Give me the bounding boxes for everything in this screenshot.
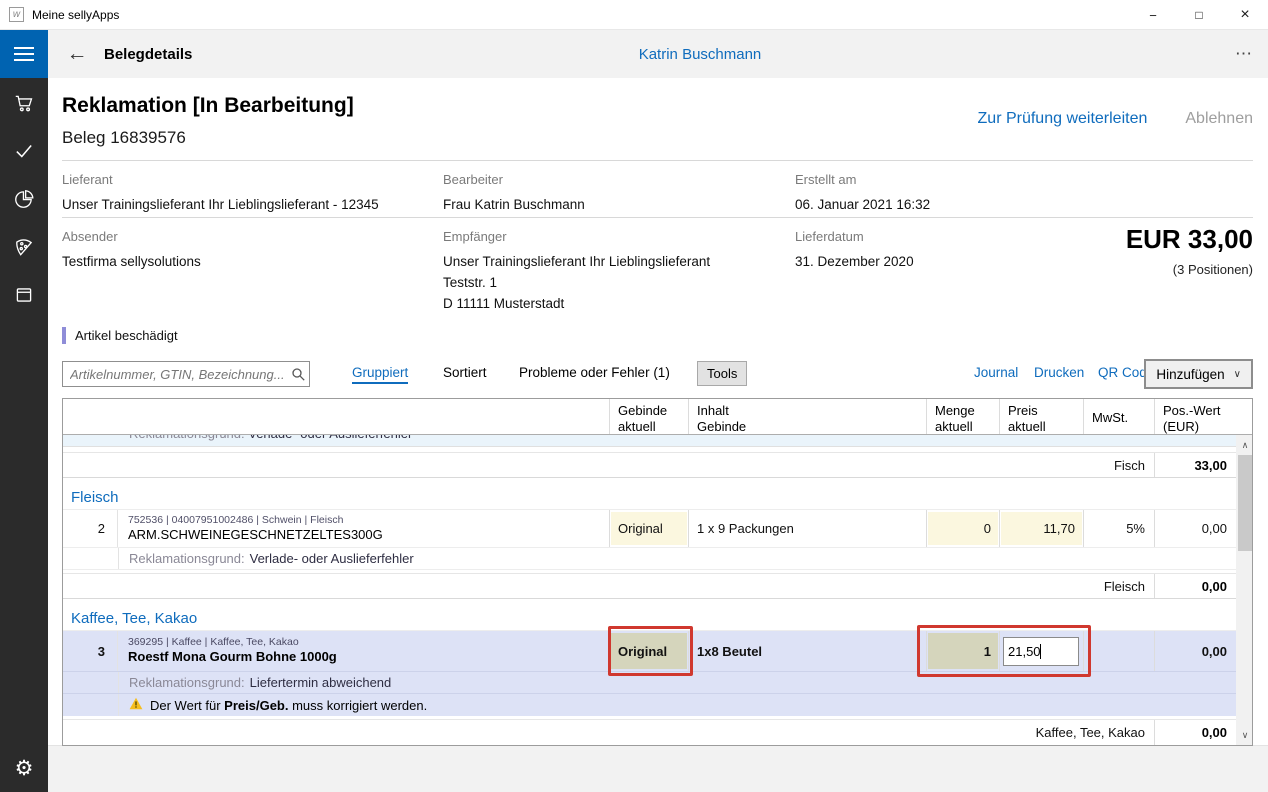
search-input[interactable] — [63, 367, 287, 382]
note-row: Artikel beschädigt — [62, 327, 178, 344]
scroll-up-arrow[interactable]: ∧ — [1236, 437, 1254, 453]
col-inhalt-gebinde: InhaltGebinde — [688, 399, 926, 434]
subtotal-kaffee: Kaffee, Tee, Kakao 0,00 — [63, 719, 1236, 745]
gebinde-cell: Original — [609, 631, 688, 671]
reject-button[interactable]: Ablehnen — [1185, 110, 1253, 128]
reklamationsgrund-row: Reklamationsgrund: Verlade- oder Auslief… — [63, 548, 1236, 570]
scroll-down-arrow[interactable]: ∨ — [1236, 727, 1254, 743]
app-title: Meine sellyApps — [32, 8, 119, 22]
table-header: Gebindeaktuell InhaltGebinde Mengeaktuel… — [63, 399, 1252, 435]
position-number: 3 — [63, 631, 118, 671]
gebinde-cell: Original — [609, 510, 688, 547]
vertical-scrollbar[interactable]: ∧ ∨ — [1236, 435, 1252, 745]
col-mwst: MwSt. — [1083, 399, 1154, 434]
forward-for-review-button[interactable]: Zur Prüfung weiterleiten — [978, 110, 1148, 128]
inhalt-cell: 1 x 9 Packungen — [688, 510, 926, 547]
field-lieferdatum: Lieferdatum 31. Dezember 2020 — [795, 229, 1015, 272]
price-input[interactable] — [1003, 637, 1079, 666]
preis-cell — [999, 631, 1083, 671]
col-preis-aktuell: Preisaktuell — [999, 399, 1083, 434]
scrollbar-thumb[interactable] — [1238, 455, 1252, 551]
back-button[interactable]: ← — [62, 30, 92, 78]
table-rows: Reklamationsgrund: Verlade- oder Auslief… — [63, 435, 1236, 745]
position-number: 2 — [63, 510, 118, 547]
add-button-label: Hinzufügen — [1156, 367, 1224, 382]
chevron-down-icon: ∨ — [1234, 369, 1241, 380]
group-header-kaffee: Kaffee, Tee, Kakao — [63, 606, 1236, 631]
preis-cell: 11,70 — [999, 510, 1083, 547]
book-icon[interactable] — [13, 284, 35, 306]
minimize-button[interactable]: − — [1130, 0, 1176, 30]
field-absender: Absender Testfirma sellysolutions — [62, 229, 432, 272]
field-lieferant: Lieferant Unser Trainingslieferant Ihr L… — [62, 172, 432, 215]
warning-text: Der Wert für Preis/Geb. muss korrigiert … — [150, 698, 427, 713]
check-icon[interactable] — [13, 140, 35, 162]
item-row-3-selected[interactable]: 3 369295 | Kaffee | Kaffee, Tee, Kakao R… — [63, 631, 1236, 672]
note-text: Artikel beschädigt — [75, 328, 178, 343]
positions-table: Gebindeaktuell InhaltGebinde Mengeaktuel… — [62, 398, 1253, 746]
item-row-2[interactable]: 2 752536 | 04007951002486 | Schwein | Fl… — [63, 510, 1236, 548]
pie-chart-icon[interactable] — [13, 188, 35, 210]
group-header-fleisch: Fleisch — [63, 485, 1236, 510]
col-pos-wert: Pos.-Wert(EUR) — [1154, 399, 1236, 434]
article-cell: 369295 | Kaffee | Kaffee, Tee, Kakao Roe… — [118, 631, 609, 671]
search-box — [62, 361, 310, 387]
subtotal-fisch: Fisch 33,00 — [63, 452, 1236, 478]
divider — [62, 160, 1253, 161]
wert-cell: 0,00 — [1154, 510, 1236, 547]
wert-cell: 0,00 — [1154, 631, 1236, 671]
warning-icon — [129, 697, 143, 713]
col-gebinde-aktuell: Gebindeaktuell — [609, 399, 688, 434]
subtotal-fleisch: Fleisch 0,00 — [63, 573, 1236, 599]
mwst-cell — [1083, 631, 1154, 671]
search-icon — [287, 367, 309, 382]
hamburger-menu-button[interactable] — [0, 30, 48, 78]
tools-button[interactable]: Tools — [697, 361, 747, 386]
inhalt-cell: 1x8 Beutel — [688, 631, 926, 671]
spacer — [63, 599, 1236, 606]
divider — [62, 217, 1253, 218]
col-menge-aktuell: Mengeaktuell — [926, 399, 999, 434]
article-cell: 752536 | 04007951002486 | Schwein | Flei… — [118, 510, 609, 547]
footer-strip — [48, 745, 1268, 792]
window-controls: − □ × — [1130, 0, 1268, 30]
field-bearbeiter: Bearbeiter Frau Katrin Buschmann — [443, 172, 773, 215]
current-user[interactable]: Katrin Buschmann — [639, 30, 762, 78]
spacer — [63, 478, 1236, 485]
hinzufuegen-button[interactable]: Hinzufügen ∨ — [1144, 359, 1253, 389]
close-button[interactable]: × — [1222, 0, 1268, 30]
field-erstellt-am: Erstellt am 06. Januar 2021 16:32 — [795, 172, 1095, 215]
drucken-link[interactable]: Drucken — [1034, 365, 1084, 380]
filter-sortiert[interactable]: Sortiert — [443, 365, 487, 380]
note-marker — [62, 327, 66, 344]
reklamationsgrund-row: Reklamationsgrund: Liefertermin abweiche… — [63, 672, 1236, 694]
journal-link[interactable]: Journal — [974, 365, 1018, 380]
filter-gruppiert[interactable]: Gruppiert — [352, 365, 408, 384]
document-actions: Zur Prüfung weiterleiten Ablehnen — [978, 110, 1253, 128]
app-header: ← Belegdetails Katrin Buschmann ⋯ — [0, 30, 1268, 78]
field-empfaenger: Empfänger Unser Trainingslieferant Ihr L… — [443, 229, 773, 314]
sidebar: ⚙ — [0, 78, 48, 792]
total-amount: EUR 33,00 — [1126, 224, 1253, 255]
item-toolbar: Gruppiert Sortiert Probleme oder Fehler … — [48, 359, 1268, 391]
position-count: (3 Positionen) — [1173, 262, 1253, 277]
app-window: w Meine sellyApps − □ × ← Belegdetails K… — [0, 0, 1268, 792]
menge-cell: 0 — [926, 510, 999, 547]
clipped-row[interactable]: Reklamationsgrund: Verlade- oder Auslief… — [63, 435, 1236, 447]
validation-warning-row: Der Wert für Preis/Geb. muss korrigiert … — [63, 694, 1236, 716]
page-title: Belegdetails — [104, 30, 192, 78]
mwst-cell: 5% — [1083, 510, 1154, 547]
settings-gear-icon[interactable]: ⚙ — [0, 752, 48, 784]
main-content: Reklamation [In Bearbeitung] Beleg 16839… — [48, 78, 1268, 792]
cart-icon[interactable] — [13, 92, 35, 114]
app-icon: w — [9, 7, 24, 22]
document-title: Reklamation [In Bearbeitung] — [62, 94, 354, 118]
filter-probleme[interactable]: Probleme oder Fehler (1) — [519, 365, 670, 380]
maximize-button[interactable]: □ — [1176, 0, 1222, 30]
title-bar: w Meine sellyApps − □ × — [0, 0, 1268, 30]
menge-cell: 1 — [926, 631, 999, 671]
document-number: Beleg 16839576 — [62, 128, 186, 148]
pizza-icon[interactable] — [13, 236, 35, 258]
more-options-button[interactable]: ⋯ — [1235, 30, 1254, 78]
